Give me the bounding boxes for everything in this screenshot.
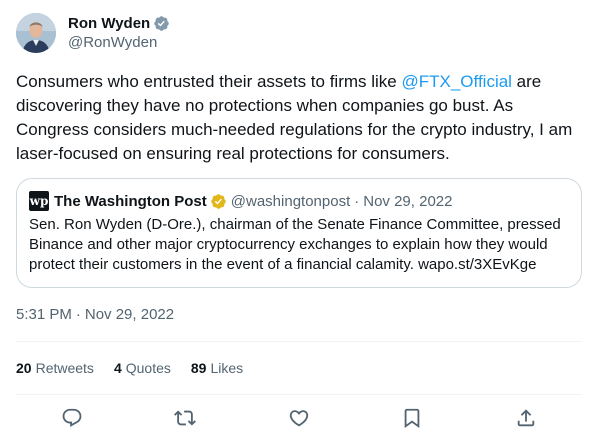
bookmark-icon	[404, 408, 420, 429]
author-info: Ron Wyden @RonWyden	[68, 14, 170, 53]
quotes-label: Quotes	[125, 360, 171, 376]
engagement-stats: 20 Retweets 4 Quotes 89 Likes	[16, 358, 263, 378]
likes-count: 89	[190, 360, 207, 376]
avatar-photo	[16, 13, 56, 53]
retweet-icon	[174, 410, 196, 426]
quotes-stat[interactable]: 4 Quotes	[114, 358, 171, 378]
separator-dot: ·	[354, 192, 360, 210]
quoted-tweet-text: Sen. Ron Wyden (D-Ore.), chairman of the…	[29, 216, 561, 273]
divider	[16, 341, 582, 342]
reply-icon	[62, 408, 82, 427]
share-icon	[517, 409, 535, 427]
retweets-label: Retweets	[35, 360, 94, 376]
reply-button[interactable]	[58, 404, 86, 432]
separator-dot: ·	[75, 306, 81, 323]
quoted-tweet-header: wp The Washington Post @washingtonpost ·…	[29, 191, 569, 211]
bookmark-button[interactable]	[398, 404, 426, 432]
gold-verified-badge-icon	[210, 193, 227, 210]
quoted-date: Nov 29, 2022	[363, 192, 453, 210]
like-icon	[289, 410, 309, 427]
quoted-author-name[interactable]: The Washington Post	[54, 193, 207, 210]
avatar[interactable]	[16, 13, 56, 53]
tweet-text-start: Consumers who entrusted their assets to …	[16, 72, 402, 91]
like-button[interactable]	[285, 404, 313, 432]
display-name[interactable]: Ron Wyden	[68, 14, 150, 33]
likes-label: Likes	[210, 360, 244, 376]
retweets-stat[interactable]: 20 Retweets	[16, 358, 94, 378]
verified-badge-icon[interactable]	[153, 15, 170, 32]
retweet-button[interactable]	[171, 404, 199, 432]
likes-stat[interactable]: 89 Likes	[191, 358, 243, 378]
tweet-header: Ron Wyden @RonWyden	[16, 12, 170, 54]
tweet-text: Consumers who entrusted their assets to …	[16, 70, 582, 166]
mention-link[interactable]: @FTX_Official	[401, 72, 511, 91]
author-handle[interactable]: @RonWyden	[68, 33, 170, 53]
tweet-timestamp[interactable]: 5:31 PM · Nov 29, 2022	[16, 305, 174, 325]
retweets-count: 20	[16, 360, 32, 376]
quoted-author-handle: @washingtonpost	[230, 192, 351, 210]
quotes-count: 4	[113, 360, 122, 376]
action-bar	[16, 404, 582, 432]
timestamp-time: 5:31 PM	[16, 306, 72, 323]
share-button[interactable]	[512, 404, 540, 432]
divider	[16, 394, 582, 395]
timestamp-date: Nov 29, 2022	[84, 306, 175, 323]
quoted-tweet[interactable]: wp The Washington Post @washingtonpost ·…	[16, 178, 582, 288]
washington-post-logo-icon: wp	[29, 191, 49, 211]
